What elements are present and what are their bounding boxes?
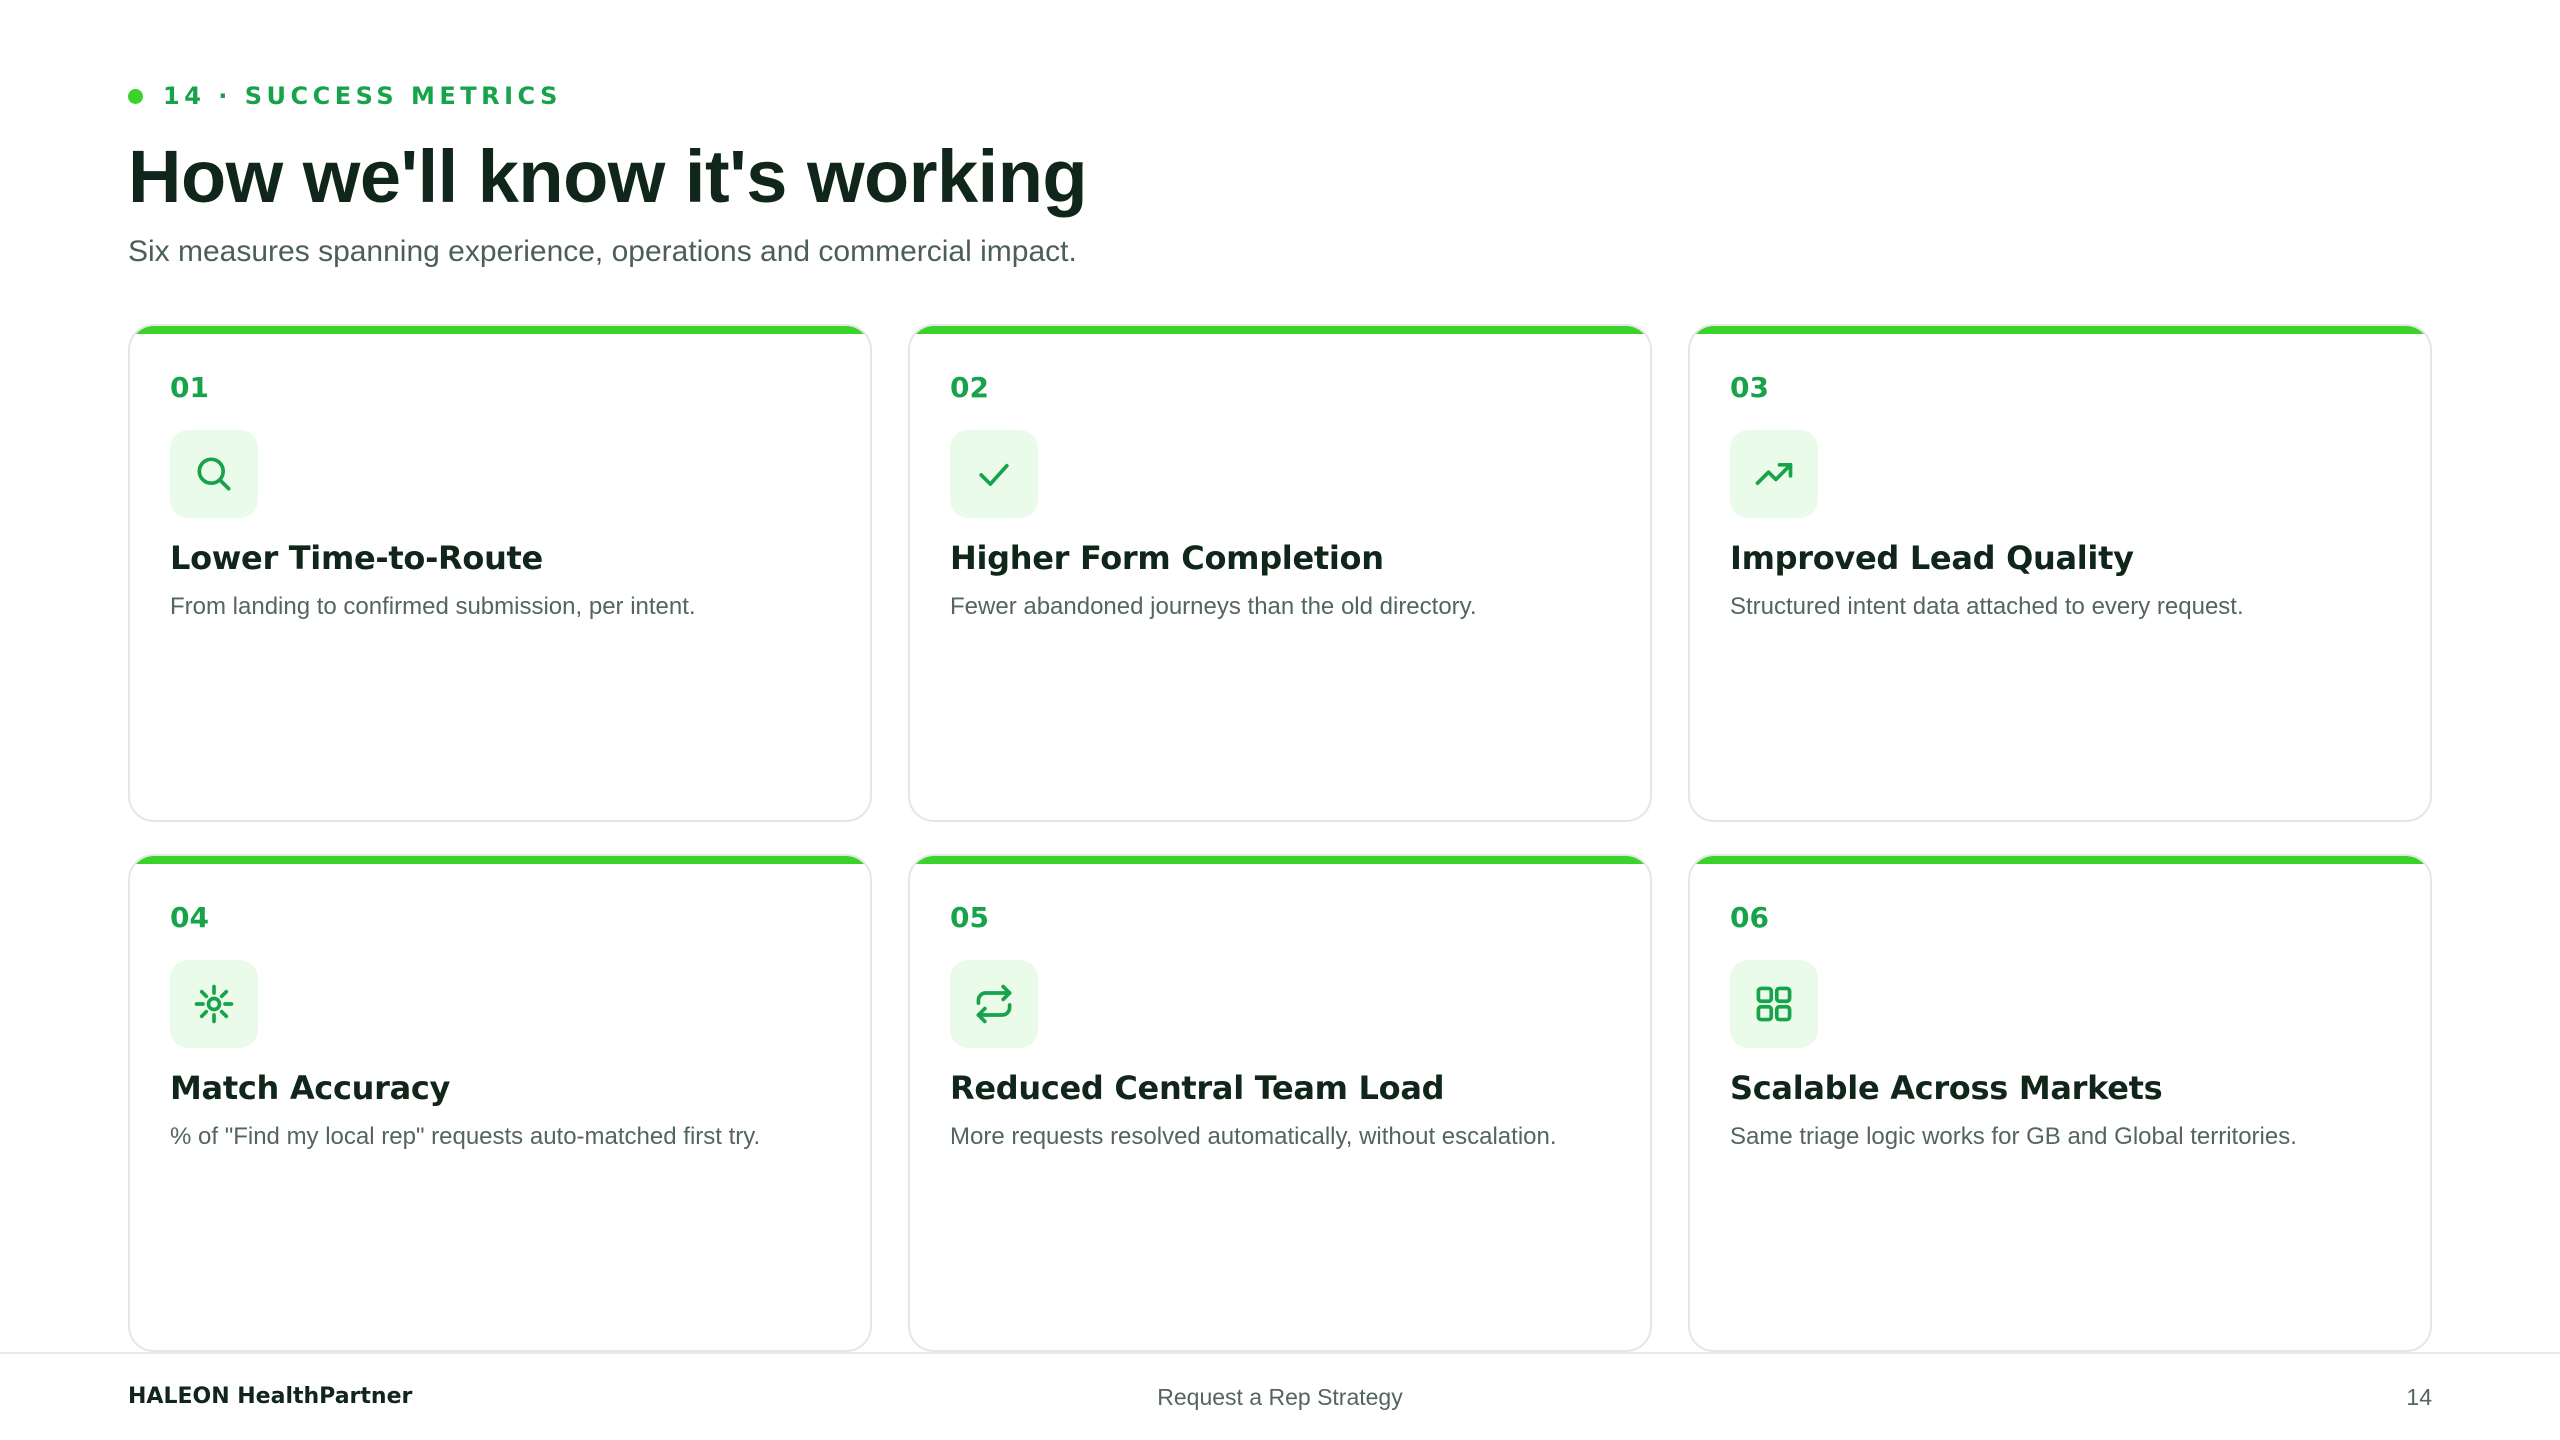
metric-card-01: 01 Lower Time-to-Route From landing to c… bbox=[128, 324, 872, 822]
card-accent-bar bbox=[1690, 856, 2430, 864]
metrics-grid: 01 Lower Time-to-Route From landing to c… bbox=[128, 324, 2432, 1352]
check-icon bbox=[950, 430, 1038, 518]
metric-number: 02 bbox=[950, 371, 989, 404]
eyebrow-dot bbox=[128, 88, 143, 104]
section-eyebrow: 14 · SUCCESS METRICS bbox=[128, 80, 562, 112]
metric-number: 05 bbox=[950, 901, 989, 934]
grid-icon bbox=[1730, 960, 1818, 1048]
metric-title: Lower Time-to-Route bbox=[170, 539, 543, 577]
trending-up-icon bbox=[1730, 430, 1818, 518]
slide-footer: HALEON HealthPartner Request a Rep Strat… bbox=[0, 1352, 2560, 1440]
metric-description: % of "Find my local rep" requests auto-m… bbox=[170, 1123, 761, 1150]
metric-number: 03 bbox=[1730, 371, 1769, 404]
metric-number: 01 bbox=[170, 371, 209, 404]
metric-number: 04 bbox=[170, 901, 209, 934]
metric-card-03: 03 Improved Lead Quality Structured inte… bbox=[1688, 324, 2432, 822]
metric-number: 06 bbox=[1730, 901, 1769, 934]
card-accent-bar bbox=[910, 856, 1650, 864]
metric-description: Structured intent data attached to every… bbox=[1730, 593, 2244, 620]
metric-description: From landing to confirmed submission, pe… bbox=[170, 593, 696, 620]
page-subtitle: Six measures spanning experience, operat… bbox=[128, 235, 1077, 268]
card-accent-bar bbox=[130, 856, 870, 864]
metric-description: More requests resolved automatically, wi… bbox=[950, 1123, 1557, 1150]
metric-title: Reduced Central Team Load bbox=[950, 1069, 1445, 1107]
card-accent-bar bbox=[1690, 326, 2430, 334]
card-accent-bar bbox=[910, 326, 1650, 334]
repeat-icon bbox=[950, 960, 1038, 1048]
metric-card-02: 02 Higher Form Completion Fewer abandone… bbox=[908, 324, 1652, 822]
metric-card-06: 06 Scalable Across Markets Same triage l… bbox=[1688, 854, 2432, 1352]
page-number: 14 bbox=[2406, 1384, 2432, 1410]
metric-description: Same triage logic works for GB and Globa… bbox=[1730, 1123, 2297, 1150]
metric-title: Improved Lead Quality bbox=[1730, 539, 2134, 577]
metric-card-05: 05 Reduced Central Team Load More reques… bbox=[908, 854, 1652, 1352]
search-icon bbox=[170, 430, 258, 518]
metric-title: Scalable Across Markets bbox=[1730, 1069, 2163, 1107]
metric-description: Fewer abandoned journeys than the old di… bbox=[950, 593, 1477, 620]
page-title: How we'll know it's working bbox=[128, 135, 1088, 218]
metric-card-04: 04 Match Accuracy % of "Find my local re… bbox=[128, 854, 872, 1352]
metric-title: Match Accuracy bbox=[170, 1069, 451, 1107]
sun-icon bbox=[170, 960, 258, 1048]
metric-title: Higher Form Completion bbox=[950, 539, 1384, 577]
eyebrow-label: 14 · SUCCESS METRICS bbox=[163, 82, 562, 110]
footer-title: Request a Rep Strategy bbox=[1157, 1384, 1403, 1410]
card-accent-bar bbox=[130, 326, 870, 334]
